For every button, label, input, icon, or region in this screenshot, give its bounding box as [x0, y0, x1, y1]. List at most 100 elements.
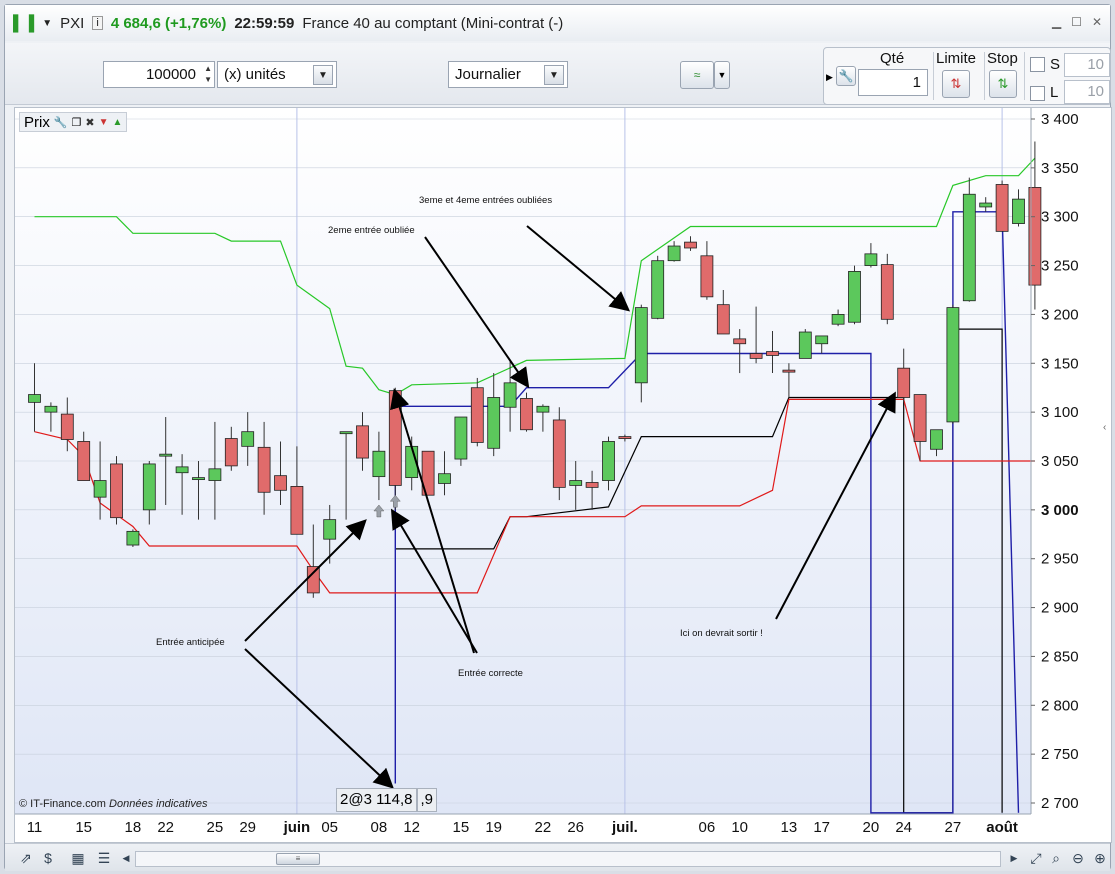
limit-label: Limite [936, 50, 977, 67]
x-tick-label: 18 [125, 819, 142, 836]
candles-icon[interactable]: ▌▐ [13, 15, 34, 32]
horizontal-scrollbar[interactable]: ≡ [135, 851, 1001, 867]
candle-up [175, 466, 189, 474]
candle-down [77, 441, 91, 481]
collapse-arrow-icon: ‹ [1103, 422, 1106, 433]
s-checkbox[interactable] [1030, 57, 1045, 72]
x-tick-label: juil. [611, 819, 638, 836]
candle-up [1012, 198, 1025, 224]
candle-up [815, 335, 829, 345]
list-icon[interactable]: ☰ [95, 849, 113, 867]
x-tick-label: 19 [485, 819, 502, 836]
candle-up [372, 450, 386, 478]
copyright-footer: © IT-Finance.com Données indicatives [19, 798, 207, 810]
zoom-fit-icon[interactable]: ⌕ [1047, 849, 1065, 867]
candle-up [946, 307, 960, 423]
candle-up [602, 441, 615, 481]
y-tick-label: 3 250 [1041, 258, 1079, 275]
export-icon[interactable]: ⇗ [17, 849, 35, 867]
zoom-out-icon[interactable]: ⊖ [1069, 849, 1087, 867]
l-value[interactable]: 10 [1064, 80, 1110, 104]
wrench-icon[interactable]: 🔧 [54, 116, 68, 129]
chevron-down-icon[interactable]: ▼ [544, 65, 564, 85]
candle-up [323, 519, 337, 540]
candle-up [208, 468, 222, 481]
chart-svg[interactable]: 3eme et 4eme entrées oubliées 2eme entrée… [15, 108, 1111, 842]
indicators-menu-button[interactable]: ▼ [714, 61, 730, 89]
info-icon[interactable]: i [92, 16, 103, 30]
scroll-left-icon[interactable]: ◀ [117, 849, 135, 867]
qty-input[interactable]: 1 [858, 69, 928, 96]
symbol-label[interactable]: PXI [60, 15, 84, 32]
chevron-down-icon[interactable]: ▼ [42, 18, 52, 29]
l-checkbox[interactable] [1030, 86, 1045, 101]
price-chart[interactable]: 3eme et 4eme entrées oubliées 2eme entrée… [14, 107, 1112, 843]
limit-order-button[interactable]: ⇅ [942, 70, 970, 98]
zoom-in-icon[interactable]: ⊕ [1091, 849, 1109, 867]
s-value[interactable]: 10 [1064, 53, 1110, 77]
candle-up [454, 416, 468, 460]
autoscale-icon[interactable]: ⤢ [1027, 849, 1045, 867]
x-axis: 11 15 18 22 25 29 juin 05 08 12 15 19 22 26 juil. 06 10 1… [15, 813, 1031, 836]
candle-up [241, 431, 255, 447]
expand-arrow-icon[interactable]: ▶ [826, 72, 833, 83]
scroll-thumb[interactable]: ≡ [276, 853, 320, 865]
close-icon[interactable]: ✖ [85, 116, 94, 129]
candle-down [733, 338, 747, 345]
scroll-right-icon[interactable]: ▶ [1005, 849, 1023, 867]
candle-down [913, 394, 927, 442]
divider [984, 52, 985, 100]
indicators-button[interactable]: ≈ [680, 61, 714, 89]
candle-up [192, 477, 205, 481]
annotation-text: 3eme et 4eme entrées oubliées [419, 195, 552, 206]
wrench-icon[interactable]: 🔧 [836, 66, 856, 86]
y-tick-label: 2 850 [1041, 648, 1079, 665]
x-tick-label: 05 [321, 819, 338, 836]
candle-down [224, 438, 238, 467]
candle-up [536, 405, 550, 413]
divider [933, 52, 934, 100]
title-bar: ▌▐ ▼ PXI i 4 684,6 (+1,76%) 22:59:59 Fra… [5, 5, 1110, 41]
y-tick-label: 3 100 [1041, 404, 1079, 421]
chevron-down-icon[interactable]: ▼ [313, 65, 333, 85]
candle-up [487, 397, 501, 449]
instrument-name: France 40 au comptant (Mini-contrat (-) [302, 14, 564, 32]
unit-select[interactable]: (x) unités ▼ [217, 61, 337, 88]
candle-down [782, 369, 796, 373]
position-suffix: ,9 [416, 788, 438, 812]
annotation-text: Entrée anticipée [156, 637, 225, 648]
grid-icon[interactable]: ▦ [69, 849, 87, 867]
restore-icon[interactable]: ❐ [72, 116, 82, 129]
maximize-icon[interactable]: ☐ [1071, 15, 1082, 29]
spinner-icon[interactable]: ▲ ▼ [204, 63, 212, 85]
y-tick-label: 3 150 [1041, 355, 1079, 372]
period-select[interactable]: Journalier ▼ [448, 61, 568, 88]
amount-field[interactable]: 100000 ▲ ▼ [103, 61, 215, 88]
bottom-bar: ⇗ $ ▦ ☰ ◀ ≡ ▶ ⤢ ⌕ ⊖ ⊕ [5, 843, 1110, 871]
qty-label: Qté [880, 50, 905, 67]
candle-down [618, 436, 632, 439]
move-up-icon[interactable]: ▲ [113, 117, 123, 128]
candle-up [634, 307, 648, 384]
qty-value: 1 [912, 74, 921, 91]
candle-down [552, 419, 566, 488]
dollar-icon[interactable]: $ [39, 849, 57, 867]
chart-window: ▌▐ ▼ PXI i 4 684,6 (+1,76%) 22:59:59 Fra… [4, 4, 1112, 871]
position-value: 2@3 114,8 [336, 788, 417, 812]
candle-up [159, 453, 173, 457]
candle-up [93, 480, 107, 498]
stop-order-button[interactable]: ⇅ [989, 70, 1017, 98]
x-tick-label: 15 [75, 819, 92, 836]
candle-up [142, 463, 156, 511]
y-tick-label: 3 400 [1041, 111, 1079, 128]
x-tick-label: août [986, 819, 1018, 836]
minimize-icon[interactable]: ▁ [1052, 15, 1061, 29]
l-label: L [1050, 84, 1059, 101]
period-value: Journalier [455, 66, 521, 83]
candle-down [356, 425, 369, 459]
y-tick-label: 3 000 [1041, 502, 1079, 519]
move-down-icon[interactable]: ▼ [99, 117, 109, 128]
x-tick-label: 15 [453, 819, 470, 836]
chart-panel-header: Prix 🔧 ❐ ✖ ▼ ▲ [19, 112, 128, 132]
close-icon[interactable]: ✕ [1092, 15, 1102, 29]
